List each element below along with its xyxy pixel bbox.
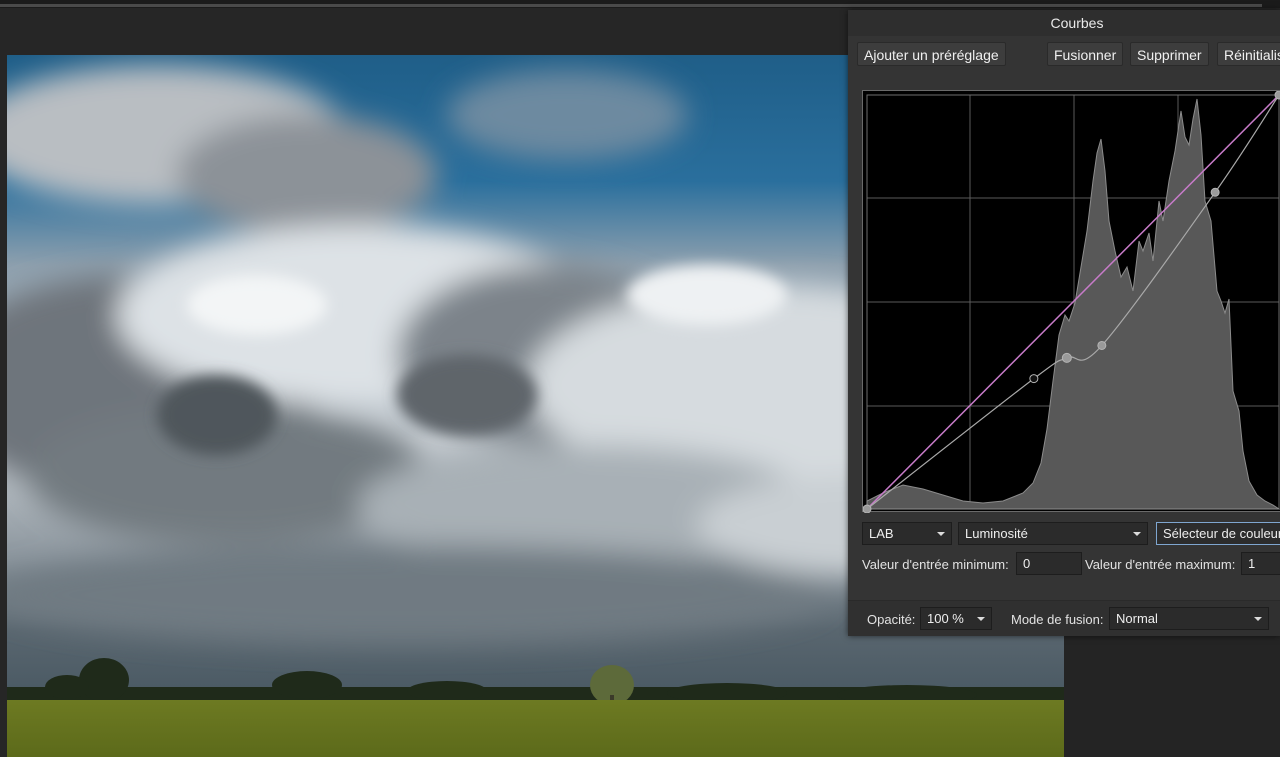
curve-control-point[interactable] — [1097, 340, 1107, 350]
right-panel-background — [1064, 630, 1280, 757]
curves-graph[interactable] — [862, 90, 1280, 513]
min-input-field[interactable]: 0 — [1016, 552, 1082, 575]
channel-value: Luminosité — [965, 526, 1028, 541]
title-strip — [0, 0, 1280, 8]
panel-title[interactable]: Courbes — [848, 10, 1280, 36]
max-input-field[interactable]: 1 — [1241, 552, 1280, 575]
channel-dropdown[interactable]: Luminosité — [958, 522, 1148, 545]
strip-line — [0, 4, 1262, 7]
curve-control-point[interactable] — [1061, 352, 1072, 363]
panel-footer: Opacité: 100 % Mode de fusion: Normal — [848, 600, 1280, 636]
reset-button[interactable]: Réinitialiser — [1217, 42, 1280, 66]
curves-panel[interactable]: Courbes Ajouter un préréglage Fusionner … — [848, 10, 1280, 636]
delete-button[interactable]: Supprimer — [1130, 42, 1209, 66]
colour-picker-label: Sélecteur de couleur — [1163, 526, 1280, 541]
curve-control-point[interactable] — [1029, 374, 1039, 384]
min-input-label: Valeur d'entrée minimum: — [862, 557, 1009, 572]
chevron-down-icon — [977, 617, 985, 621]
curves-graph-canvas[interactable] — [863, 91, 1280, 513]
opacity-dropdown[interactable]: 100 % — [920, 607, 992, 630]
add-preset-button[interactable]: Ajouter un préréglage — [857, 42, 1006, 66]
colour-picker-button[interactable]: Sélecteur de couleur — [1156, 522, 1280, 545]
blend-mode-label: Mode de fusion: — [1011, 612, 1104, 627]
merge-button[interactable]: Fusionner — [1047, 42, 1124, 66]
max-input-label: Valeur d'entrée maximum: — [1085, 557, 1236, 572]
opacity-label: Opacité: — [867, 612, 916, 627]
chevron-down-icon — [937, 532, 945, 536]
curve-control-point[interactable] — [863, 504, 872, 513]
blend-mode-dropdown[interactable]: Normal — [1109, 607, 1269, 630]
blend-mode-value: Normal — [1116, 611, 1158, 626]
curve-control-point[interactable] — [1210, 187, 1220, 197]
chevron-down-icon — [1254, 617, 1262, 621]
colour-space-dropdown[interactable]: LAB — [862, 522, 952, 545]
curve-control-point[interactable] — [1274, 91, 1280, 100]
colour-space-value: LAB — [869, 526, 894, 541]
opacity-value: 100 % — [927, 611, 964, 626]
chevron-down-icon — [1133, 532, 1141, 536]
